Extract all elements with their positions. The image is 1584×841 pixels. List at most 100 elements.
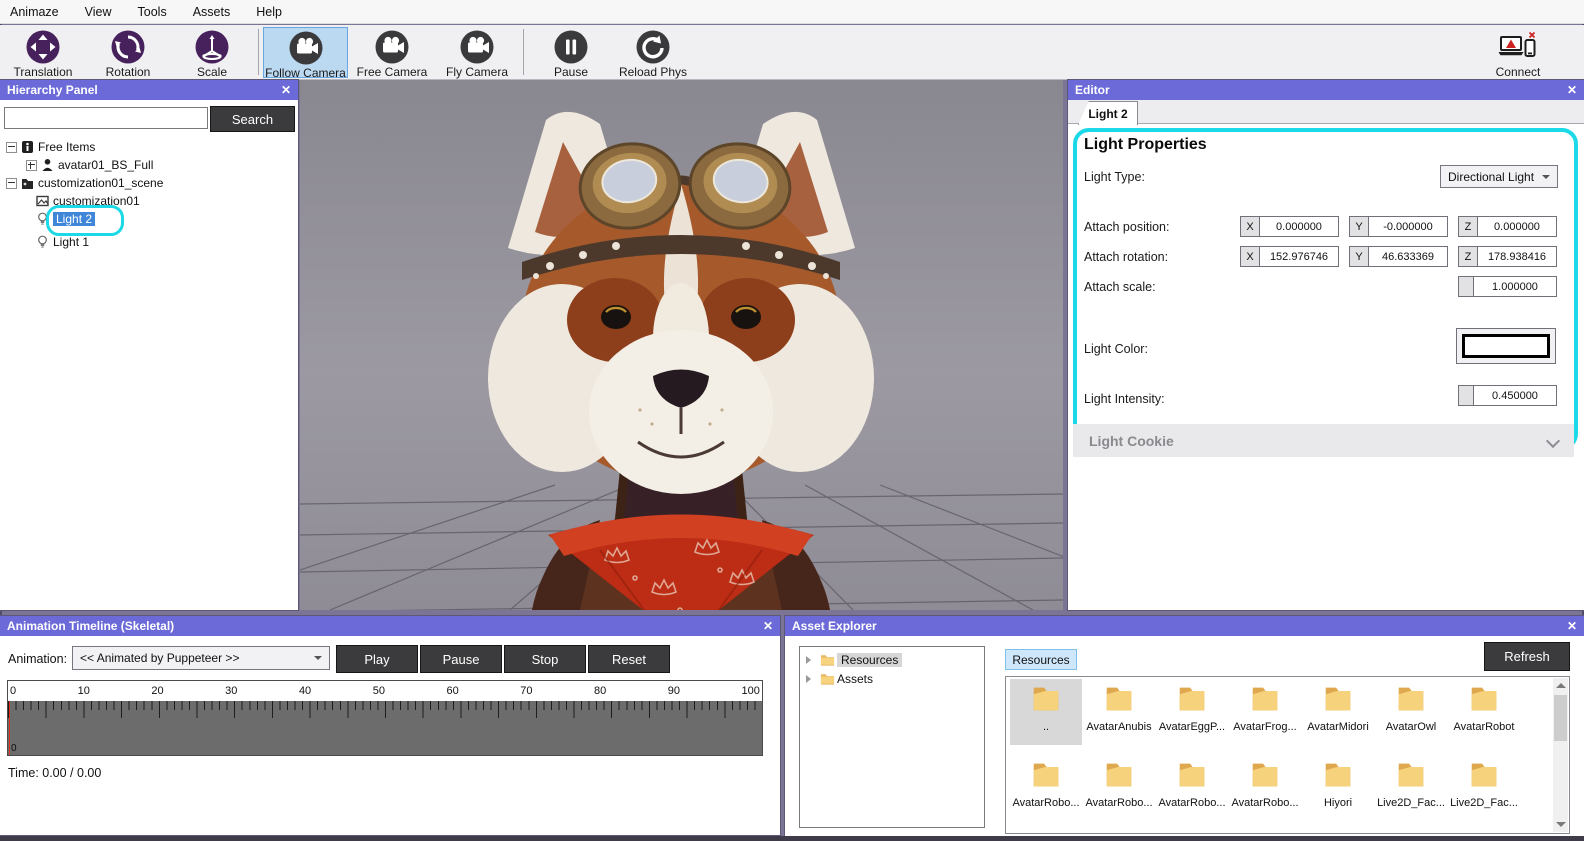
rotation-y-field-group: Y 46.633369 [1349, 246, 1448, 267]
asset-tree-assets[interactable]: Assets [806, 670, 873, 688]
connect-button[interactable]: Connect [1482, 27, 1554, 79]
scale-tool-button[interactable]: Scale [180, 27, 244, 79]
tree-item-light2[interactable]: Light 2 [36, 205, 124, 236]
folder-label: Live2D_Fac... [1377, 797, 1445, 809]
tree-item-free-items[interactable]: Free Items [6, 138, 95, 156]
tree-item-customization[interactable]: customization01 [36, 192, 140, 210]
tab-light2[interactable]: Light 2 [1078, 101, 1138, 125]
light-type-dropdown[interactable]: Directional Light [1440, 165, 1558, 188]
folder-tile[interactable]: AvatarRobo... [1156, 755, 1228, 821]
position-z-input[interactable]: 0.000000 [1478, 216, 1557, 237]
ruler-tick-label: 80 [594, 685, 607, 697]
folder-tile[interactable]: AvatarEggP... [1156, 679, 1228, 745]
animaze-window: Animaze View Tools Assets Help Translati… [0, 0, 1584, 841]
scale-drag-handle[interactable] [1458, 276, 1474, 297]
collapse-expander-icon[interactable] [6, 177, 17, 189]
animation-dropdown[interactable]: << Animated by Puppeteer >> [72, 646, 330, 670]
translation-tool-button[interactable]: Translation [6, 27, 80, 79]
follow-camera-button[interactable]: Follow Camera [263, 27, 348, 80]
menu-view[interactable]: View [85, 5, 112, 19]
chevron-down-icon [1545, 433, 1561, 448]
light-color-swatch-button[interactable] [1456, 328, 1556, 364]
tree-item-scene[interactable]: customization01_scene [6, 174, 163, 192]
folder-tile[interactable]: AvatarMidori [1302, 679, 1374, 745]
tree-label: avatar01_BS_Full [58, 158, 154, 172]
hierarchy-close-icon[interactable]: ✕ [281, 80, 291, 100]
asset-grid-scrollbar[interactable] [1553, 678, 1568, 832]
scroll-down-icon[interactable] [1553, 817, 1568, 832]
pause-timeline-button[interactable]: Pause [420, 645, 502, 673]
folder-tile[interactable]: AvatarOwl [1375, 679, 1447, 745]
position-x-input[interactable]: 0.000000 [1260, 216, 1339, 237]
folder-tile[interactable]: Live2D_Fac... [1375, 755, 1447, 821]
intensity-drag-handle[interactable] [1458, 385, 1474, 406]
folder-tile[interactable]: AvatarRobo... [1010, 755, 1082, 821]
scrollbar-thumb[interactable] [1554, 695, 1567, 741]
folder-tile[interactable]: Hiyori [1302, 755, 1374, 821]
folder-label: Hiyori [1323, 797, 1353, 809]
asset-tree-resources[interactable]: Resources [806, 651, 903, 669]
timeline-ruler[interactable]: 0 10 20 30 40 50 60 70 80 90 100 0 [7, 680, 763, 756]
follow-camera-label: Follow Camera [265, 66, 346, 80]
free-camera-button[interactable]: Free Camera [352, 27, 432, 79]
light-cookie-section-header[interactable]: Light Cookie [1073, 424, 1574, 457]
scale-input[interactable]: 1.000000 [1474, 276, 1557, 297]
light-bulb-icon [36, 235, 49, 249]
menu-animaze[interactable]: Animaze [10, 5, 59, 19]
intensity-input[interactable]: 0.450000 [1474, 385, 1557, 406]
axis-x-label: X [1240, 216, 1260, 237]
editor-close-icon[interactable]: ✕ [1567, 80, 1577, 100]
light-cookie-label: Light Cookie [1089, 432, 1174, 449]
menu-help[interactable]: Help [256, 5, 282, 19]
fly-camera-button[interactable]: Fly Camera [440, 27, 514, 79]
hierarchy-search-button[interactable]: Search [210, 106, 295, 132]
image-icon [36, 194, 49, 208]
folder-tile[interactable]: Live2D_Fac... [1448, 755, 1520, 821]
folder-label: AvatarEggP... [1158, 721, 1226, 733]
folder-label: AvatarRobo... [1012, 797, 1080, 809]
reload-phys-button[interactable]: Reload Phys [614, 27, 692, 79]
rotation-z-field-group: Z 178.938416 [1458, 246, 1557, 267]
menu-tools[interactable]: Tools [138, 5, 167, 19]
folder-label: AvatarFrog... [1233, 721, 1297, 733]
toolbar-separator [523, 29, 524, 75]
rotation-y-input[interactable]: 46.633369 [1369, 246, 1448, 267]
asset-close-icon[interactable]: ✕ [1567, 616, 1577, 636]
tree-item-avatar[interactable]: avatar01_BS_Full [26, 156, 153, 174]
stop-button[interactable]: Stop [504, 645, 586, 673]
expand-expander-icon[interactable] [26, 159, 37, 171]
hierarchy-panel-header: Hierarchy Panel ✕ [0, 80, 298, 100]
editor-panel: Editor ✕ Light 2 Light Properties Light … [1068, 80, 1584, 610]
folder-icon [1325, 687, 1351, 711]
breadcrumb-resources[interactable]: Resources [1005, 649, 1077, 670]
rotation-x-input[interactable]: 152.976746 [1260, 246, 1339, 267]
pause-label: Pause [442, 651, 480, 667]
timeline-close-icon[interactable]: ✕ [763, 616, 773, 636]
scene-icon [21, 176, 34, 190]
chevron-right-icon[interactable] [806, 656, 816, 664]
refresh-button[interactable]: Refresh [1484, 642, 1570, 671]
rotation-tool-button[interactable]: Rotation [92, 27, 164, 79]
menu-assets[interactable]: Assets [193, 5, 231, 19]
timeline-track[interactable]: 0 [8, 701, 762, 755]
folder-tile[interactable]: AvatarRobot [1448, 679, 1520, 745]
ruler-tick-label: 90 [667, 685, 681, 697]
folder-tile-up[interactable]: .. [1010, 679, 1082, 745]
viewport-3d[interactable] [300, 80, 1063, 610]
folder-tile[interactable]: AvatarRobo... [1083, 755, 1155, 821]
position-y-input[interactable]: -0.000000 [1369, 216, 1448, 237]
hierarchy-search-input[interactable] [4, 107, 208, 129]
play-button[interactable]: Play [336, 645, 418, 673]
folder-tile[interactable]: AvatarRobo... [1229, 755, 1301, 821]
tree-item-light1[interactable]: Light 1 [36, 233, 89, 251]
collapse-expander-icon[interactable] [6, 141, 17, 153]
pause-button[interactable]: Pause [542, 27, 600, 79]
light-intensity-label: Light Intensity: [1084, 392, 1165, 406]
reset-button[interactable]: Reset [588, 645, 670, 673]
playhead-marker[interactable] [9, 701, 10, 755]
folder-tile[interactable]: AvatarFrog... [1229, 679, 1301, 745]
rotation-z-input[interactable]: 178.938416 [1478, 246, 1557, 267]
scroll-up-icon[interactable] [1553, 678, 1568, 693]
folder-tile[interactable]: AvatarAnubis [1083, 679, 1155, 745]
chevron-right-icon[interactable] [806, 675, 816, 683]
